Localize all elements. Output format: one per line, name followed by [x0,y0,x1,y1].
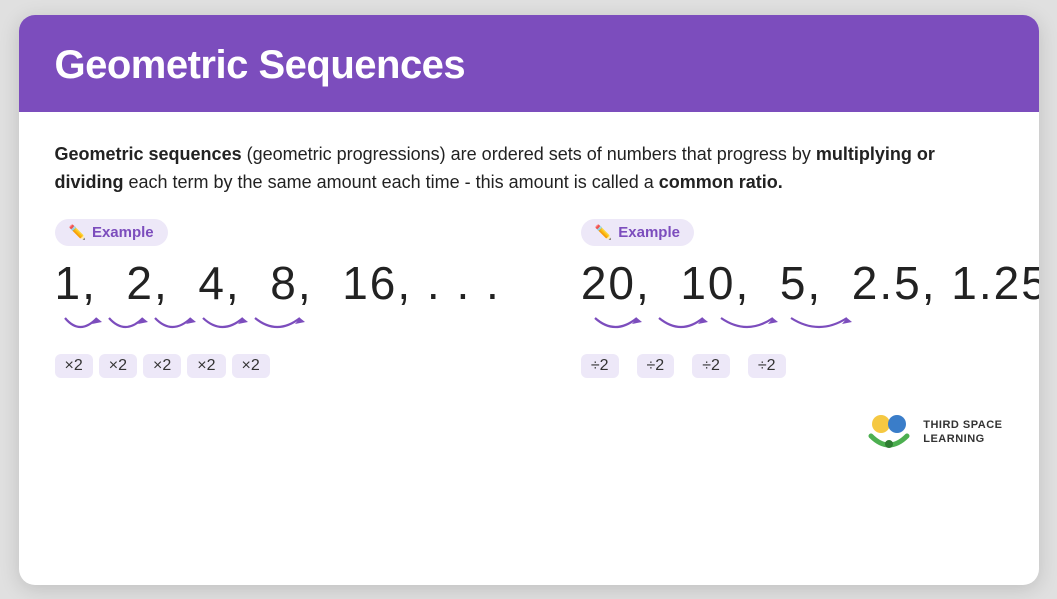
pencil-icon-1: ✏️ [69,224,86,241]
div-badge: ÷2 [581,354,619,378]
multipliers-1: ×2 ×2 ×2 ×2 ×2 [55,354,501,378]
card: Geometric Sequences Geometric sequences … [19,15,1039,585]
intro-normal-2: each term by the same amount each time -… [124,172,659,192]
div-badge: ÷2 [748,354,786,378]
card-header: Geometric Sequences [19,15,1039,112]
sequence-2: 20, 10, 5, 2.5, 1.25 [581,256,1039,310]
div-badge: ÷2 [637,354,675,378]
example-badge-2: ✏️ Example [581,219,694,246]
example-badge-1: ✏️ Example [55,219,168,246]
example-label-1: Example [92,224,154,241]
arrows-2 [581,314,1039,346]
example-block-2: ✏️ Example 20, 10, 5, 2.5, 1.25 [581,219,1039,378]
card-body: Geometric sequences (geometric progressi… [19,112,1039,399]
mult-badge: ×2 [55,354,93,378]
mult-badge: ×2 [143,354,181,378]
intro-bold-3: common ratio. [659,172,783,192]
div-badge: ÷2 [692,354,730,378]
pencil-icon-2: ✏️ [595,224,612,241]
intro-bold-1: Geometric sequences [55,144,242,164]
sequence-1: 1, 2, 4, 8, 16, . . . [55,256,501,310]
tsl-logo: THIRD SPACELEARNING [865,408,1002,456]
mult-badge: ×2 [187,354,225,378]
example-label-2: Example [618,224,680,241]
mult-badge: ×2 [99,354,137,378]
tsl-brand-text: THIRD SPACELEARNING [923,418,1002,447]
arrows-1 [55,314,501,346]
example-block-1: ✏️ Example 1, 2, 4, 8, 16, . . . [55,219,501,378]
multipliers-2: ÷2 ÷2 ÷2 ÷2 [581,354,1039,378]
page-title: Geometric Sequences [55,43,1003,88]
intro-text: Geometric sequences (geometric progressi… [55,140,1003,198]
mult-badge: ×2 [232,354,270,378]
footer: THIRD SPACELEARNING [19,398,1039,474]
examples-row: ✏️ Example 1, 2, 4, 8, 16, . . . [55,219,1003,378]
tsl-logo-icon [865,408,913,456]
intro-normal-1: (geometric progressions) are ordered set… [242,144,816,164]
